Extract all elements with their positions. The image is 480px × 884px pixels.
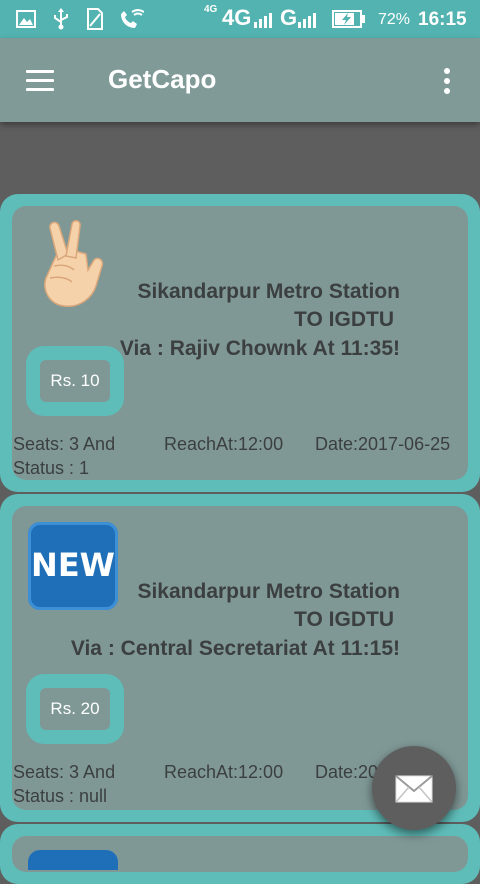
- mail-icon: [395, 775, 433, 803]
- ride-card[interactable]: Sikandarpur Metro Station TO IGDTU Via :…: [0, 194, 480, 492]
- date-label: Date:2017-06-25: [315, 434, 451, 454]
- app-title: GetCapo: [108, 64, 217, 94]
- reach-at-label: ReachAt:12:00: [164, 762, 284, 782]
- price-label: Rs. 20: [40, 688, 110, 730]
- seats-label: Seats: 3 And: [13, 762, 116, 782]
- route-description: Sikandarpur Metro Station TO IGDTU Via :…: [40, 578, 400, 663]
- route-from: Sikandarpur Metro Station: [137, 580, 400, 603]
- hamburger-menu-icon[interactable]: [24, 68, 58, 94]
- date-label: Date:20: [315, 762, 379, 782]
- battery-charging-icon: [332, 10, 365, 28]
- network-type-small: 4G: [204, 4, 218, 15]
- usb-icon: [54, 8, 68, 30]
- status-label: Status : null: [13, 786, 108, 806]
- app-bar: GetCapo: [0, 38, 480, 122]
- battery-percent: 72%: [378, 11, 411, 28]
- reach-at-label: ReachAt:12:00: [164, 434, 284, 454]
- price-badge[interactable]: Rs. 10: [26, 346, 124, 416]
- route-from: Sikandarpur Metro Station: [137, 280, 400, 303]
- status-bar: 4G 4G G 72% 16:15: [0, 0, 480, 38]
- new-button-emoji-icon: [28, 850, 118, 870]
- status-label: Status : 1: [13, 458, 90, 478]
- price-badge[interactable]: Rs. 20: [26, 674, 124, 744]
- route-via: Via : Central Secretariat At 11:15!: [70, 637, 400, 660]
- route-to: TO IGDTU: [294, 608, 394, 631]
- signal-strength-icon-2: [298, 13, 316, 28]
- wifi-calling-icon: [121, 9, 144, 28]
- no-sim-icon: [87, 8, 103, 30]
- price-label: Rs. 10: [40, 360, 110, 402]
- overflow-menu-icon[interactable]: [436, 66, 458, 96]
- route-to: TO IGDTU: [294, 308, 394, 331]
- seats-label: Seats: 3 And: [13, 434, 116, 454]
- network-type-label-2: G: [280, 5, 298, 30]
- ride-card[interactable]: [0, 824, 480, 884]
- message-fab-button[interactable]: [372, 746, 456, 830]
- clock: 16:15: [418, 9, 467, 30]
- signal-strength-icon: [254, 13, 272, 28]
- network-type-label: 4G: [222, 5, 252, 30]
- gallery-icon: [16, 10, 36, 28]
